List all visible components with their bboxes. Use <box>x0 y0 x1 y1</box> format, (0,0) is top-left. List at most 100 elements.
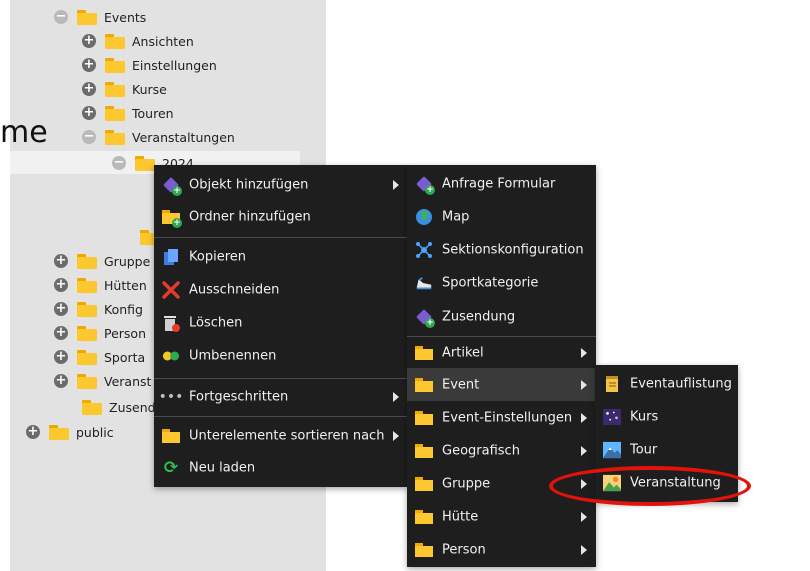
trash-icon <box>162 314 180 332</box>
menu-separator <box>154 416 408 417</box>
reload-icon: ⟳ <box>163 458 179 478</box>
submenu-arrow-icon <box>393 431 399 441</box>
folder-icon <box>415 475 433 493</box>
tree-node-public[interactable]: + public <box>26 421 114 443</box>
menu-separator <box>154 378 408 379</box>
tree-node-kurse[interactable]: + Kurse <box>82 78 167 100</box>
folder-icon <box>77 325 97 341</box>
folder-icon <box>77 9 97 25</box>
collapse-icon[interactable]: − <box>54 10 68 24</box>
submenu-item-map[interactable]: Map <box>407 200 596 233</box>
tree-node-konfig[interactable]: + Konfig <box>54 298 143 320</box>
menu-item-copy[interactable]: Kopieren <box>154 241 408 273</box>
menu-item-cut[interactable]: Ausschneiden <box>154 273 408 306</box>
folder-icon <box>162 427 180 445</box>
ellipsis-icon: ••• <box>158 388 184 405</box>
submenu-arrow-icon <box>581 544 587 555</box>
submenu-item-zusendung[interactable]: + Zusendung <box>407 300 596 333</box>
folder-icon <box>77 301 97 317</box>
folder-icon <box>105 33 125 49</box>
menu-item-reload[interactable]: ⟳ Neu laden <box>154 452 408 484</box>
menu-item-sort-children[interactable]: Unterelemente sortieren nach <box>154 420 408 452</box>
folder-icon <box>77 253 97 269</box>
folder-icon <box>105 129 125 145</box>
expand-icon[interactable]: + <box>82 34 96 48</box>
background-title-fragment: me <box>0 115 48 150</box>
folder-plus-icon: + <box>162 208 182 228</box>
mountain-icon <box>603 441 621 459</box>
menu-item-delete[interactable]: Löschen <box>154 306 408 339</box>
submenu-item-event-einstellungen[interactable]: Event-Einstellungen <box>407 401 596 434</box>
shoe-icon <box>415 274 433 292</box>
expand-icon[interactable]: + <box>54 302 68 316</box>
submenu-arrow-icon <box>581 511 587 522</box>
tree-node-huetten[interactable]: + Hütten <box>54 274 147 296</box>
expand-icon[interactable]: + <box>82 58 96 72</box>
submenu-item-sportkategorie[interactable]: Sportkategorie <box>407 266 596 300</box>
submenu-item-eventauflistung[interactable]: Eventauflistung <box>595 367 738 400</box>
tree-node-sport[interactable]: + Sporta <box>54 346 145 368</box>
menu-separator <box>154 237 408 238</box>
submenu-item-tour[interactable]: Tour <box>595 433 738 466</box>
scroll-icon <box>603 375 621 393</box>
submenu-item-artikel[interactable]: Artikel <box>407 337 596 368</box>
globe-icon <box>415 208 433 226</box>
submenu-item-sektionskonfiguration[interactable]: Sektionskonfiguration <box>407 233 596 266</box>
tree-node-veranst[interactable]: + Veranst <box>54 370 151 392</box>
expand-icon[interactable]: + <box>54 374 68 388</box>
scissors-icon <box>162 280 180 299</box>
expand-icon[interactable]: + <box>26 425 40 439</box>
submenu-arrow-icon <box>581 347 587 358</box>
submenu-item-huette[interactable]: Hütte <box>407 500 596 533</box>
folder-icon <box>77 373 97 389</box>
folder-icon <box>415 541 433 559</box>
tree-node-touren[interactable]: + Touren <box>82 102 174 124</box>
tree-node-zusend[interactable]: Zusend <box>82 396 156 418</box>
rename-icon <box>162 347 180 365</box>
folder-icon <box>77 277 97 293</box>
folder-icon <box>415 508 433 526</box>
submenu-item-event[interactable]: Event <box>407 368 596 401</box>
tree-node-einstellungen[interactable]: + Einstellungen <box>82 54 217 76</box>
submenu-arrow-icon <box>393 391 399 402</box>
tree-node-person[interactable]: + Person <box>54 322 146 344</box>
menu-item-add-folder[interactable]: + Ordner hinzufügen <box>154 201 408 233</box>
tree-node-events[interactable]: − Events <box>54 6 146 28</box>
expand-icon[interactable]: + <box>54 326 68 340</box>
network-icon <box>415 241 433 259</box>
stars-icon <box>603 408 621 426</box>
submenu-item-person[interactable]: Person <box>407 533 596 566</box>
folder-icon <box>415 409 433 427</box>
collapse-icon[interactable]: − <box>82 130 96 144</box>
submenu-arrow-icon <box>393 180 399 190</box>
expand-icon[interactable]: + <box>54 350 68 364</box>
expand-icon[interactable]: + <box>54 278 68 292</box>
menu-item-rename[interactable]: Umbenennen <box>154 339 408 372</box>
tree-node-ansichten[interactable]: + Ansichten <box>82 30 194 52</box>
menu-item-add-object[interactable]: + Objekt hinzufügen <box>154 169 408 201</box>
folder-icon <box>415 376 433 394</box>
folder-icon <box>105 57 125 73</box>
submenu-item-geografisch[interactable]: Geografisch <box>407 434 596 467</box>
submenu-item-kurs[interactable]: Kurs <box>595 400 738 433</box>
object-submenu: + Anfrage Formular Map Sektionskonfigura… <box>407 165 596 567</box>
expand-icon[interactable]: + <box>54 254 68 268</box>
submenu-arrow-icon <box>581 379 587 390</box>
context-menu: + Objekt hinzufügen + Ordner hinzufügen … <box>154 165 408 487</box>
cube-plus-icon: + <box>415 175 435 195</box>
cube-plus-icon: + <box>415 308 435 328</box>
folder-icon <box>415 442 433 460</box>
collapse-icon[interactable]: − <box>112 156 126 170</box>
folder-icon <box>415 344 433 362</box>
folder-icon <box>105 105 125 121</box>
menu-item-advanced[interactable]: ••• Fortgeschritten <box>154 381 408 412</box>
folder-icon <box>105 81 125 97</box>
folder-icon <box>82 399 102 415</box>
submenu-item-anfrage-formular[interactable]: + Anfrage Formular <box>407 167 596 200</box>
tree-node-gruppe[interactable]: + Gruppe <box>54 250 150 272</box>
expand-icon[interactable]: + <box>82 106 96 120</box>
tree-node-veranstaltungen[interactable]: − Veranstaltungen <box>82 126 235 148</box>
expand-icon[interactable]: + <box>82 82 96 96</box>
submenu-arrow-icon <box>581 412 587 423</box>
folder-icon <box>49 424 69 440</box>
